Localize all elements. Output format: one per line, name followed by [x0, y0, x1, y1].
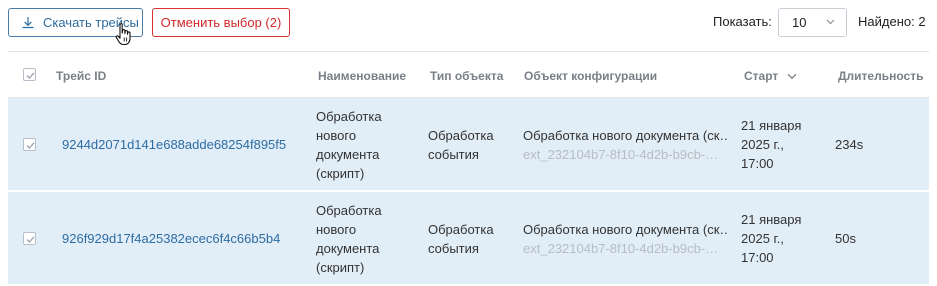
name-cell: Обработка нового документа (скрипт) — [316, 201, 382, 277]
cancel-selection-button[interactable]: Отменить выбор (2) — [152, 8, 290, 37]
object-type-cell: Обработка события — [428, 220, 494, 258]
row-checkbox[interactable] — [23, 138, 36, 151]
check-icon — [26, 236, 35, 243]
col-header-config-object[interactable]: Объект конфигурации — [524, 69, 657, 83]
start-line: 2025 г., — [741, 231, 784, 246]
col-header-object-type[interactable]: Тип объекта — [430, 69, 503, 83]
start-line: 21 января — [741, 118, 802, 133]
start-cell: 21 января 2025 г., 17:00 — [741, 210, 801, 267]
name-line: Обработка — [316, 109, 382, 124]
duration-cell: 234s — [835, 137, 864, 152]
table-row[interactable]: 926f929d17f4a25382ecec6f4c66b5b4 Обработ… — [8, 192, 929, 285]
sort-desc-icon — [787, 73, 797, 80]
toolbar: Скачать трейсы Отменить выбор (2) Показа… — [0, 0, 937, 46]
cancel-selection-label: Отменить выбор (2) — [160, 15, 282, 30]
start-line: 17:00 — [741, 156, 774, 171]
object-type-cell: Обработка события — [428, 126, 494, 164]
name-line: нового — [316, 222, 357, 237]
col-header-duration[interactable]: Длительность — [838, 69, 923, 83]
check-icon — [26, 72, 35, 79]
name-line: (скрипт) — [316, 166, 365, 181]
start-line: 17:00 — [741, 250, 774, 265]
name-line: документа — [316, 147, 380, 162]
name-line: (скрипт) — [316, 260, 365, 275]
download-icon — [21, 16, 35, 30]
start-line: 21 января — [741, 212, 802, 227]
name-cell: Обработка нового документа (скрипт) — [316, 107, 382, 183]
col-header-start-label: Старт — [744, 69, 779, 83]
trace-id-link[interactable]: 926f929d17f4a25382ecec6f4c66b5b4 — [62, 229, 280, 248]
config-object-title: Обработка нового документа (ск… — [523, 128, 729, 143]
config-object-cell: Обработка нового документа (ск… ext_2321… — [523, 220, 729, 258]
object-type-line: события — [428, 147, 479, 162]
start-cell: 21 января 2025 г., 17:00 — [741, 116, 801, 173]
page-size-select[interactable]: 10 — [778, 8, 847, 37]
config-object-id: ext_232104b7-8f10-4d2b-b9cb-… — [523, 147, 719, 162]
found-value: 2 — [918, 14, 926, 29]
config-object-cell: Обработка нового документа (ск… ext_2321… — [523, 126, 729, 164]
col-header-name[interactable]: Наименование — [318, 69, 406, 83]
select-all-checkbox[interactable] — [23, 68, 36, 81]
page-size-value: 10 — [792, 15, 807, 30]
found-count: Найдено: 2 — [858, 14, 926, 29]
config-object-title: Обработка нового документа (ск… — [523, 222, 729, 237]
col-header-trace-id[interactable]: Трейс ID — [56, 69, 106, 83]
name-line: нового — [316, 128, 357, 143]
row-checkbox[interactable] — [23, 232, 36, 245]
table-header: Трейс ID Наименование Тип объекта Объект… — [8, 51, 929, 98]
duration-cell: 50s — [835, 231, 856, 246]
table-row[interactable]: 9244d2071d141e688adde68254f895f5 Обработ… — [8, 98, 929, 191]
start-line: 2025 г., — [741, 137, 784, 152]
config-object-id: ext_232104b7-8f10-4d2b-b9cb-… — [523, 241, 719, 256]
found-label: Найдено: — [858, 14, 915, 29]
object-type-line: Обработка — [428, 222, 494, 237]
chevron-down-icon — [826, 19, 835, 25]
hand-cursor-icon — [115, 23, 131, 46]
object-type-line: Обработка — [428, 128, 494, 143]
name-line: документа — [316, 241, 380, 256]
object-type-line: события — [428, 241, 479, 256]
trace-id-link[interactable]: 9244d2071d141e688adde68254f895f5 — [62, 135, 286, 154]
page-size-label: Показать: — [713, 14, 772, 29]
name-line: Обработка — [316, 203, 382, 218]
check-icon — [26, 142, 35, 149]
col-header-start[interactable]: Старт — [744, 69, 797, 83]
